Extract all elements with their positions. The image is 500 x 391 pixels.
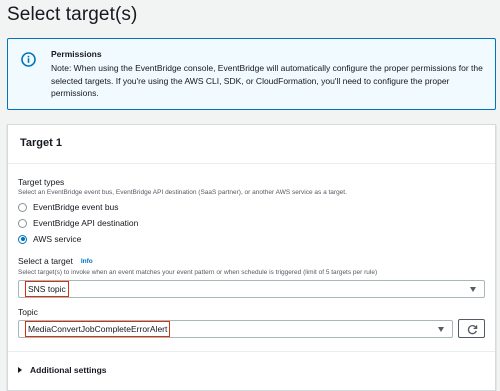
select-target-label-text: Select a target xyxy=(18,256,73,266)
topic-label: Topic xyxy=(18,307,38,317)
radio-label: EventBridge API destination xyxy=(33,218,139,228)
additional-settings-toggle[interactable]: Additional settings xyxy=(18,365,107,375)
target-title: Target 1 xyxy=(20,137,62,149)
target-select-value: SNS topic xyxy=(25,281,69,297)
radio-button-selected[interactable] xyxy=(18,234,27,244)
radio-eventbridge-event-bus[interactable]: EventBridge event bus xyxy=(18,201,119,213)
select-target-label: Select a target Info xyxy=(18,256,93,266)
radio-eventbridge-api-destination[interactable]: EventBridge API destination xyxy=(18,217,138,229)
caret-down-icon xyxy=(470,287,476,292)
info-circle-icon xyxy=(21,52,36,67)
additional-settings-label: Additional settings xyxy=(30,365,107,375)
target-types-description: Select an EventBridge event bus, EventBr… xyxy=(18,189,347,196)
target-panel: Target 1 Target types Select an EventBri… xyxy=(7,124,496,391)
refresh-icon xyxy=(467,325,478,335)
permissions-alert: Permissions Note: When using the EventBr… xyxy=(7,38,496,110)
topic-select-value: MediaConvertJobCompleteErrorAlert xyxy=(25,321,171,337)
select-target-description: Select target(s) to invoke when an event… xyxy=(18,269,378,276)
radio-button[interactable] xyxy=(18,218,27,228)
info-link[interactable]: Info xyxy=(81,258,93,265)
radio-label: EventBridge event bus xyxy=(33,202,119,212)
target-types-label: Target types xyxy=(18,177,65,187)
radio-button[interactable] xyxy=(18,202,27,212)
radio-label: AWS service xyxy=(33,234,82,244)
target-select[interactable]: SNS topic xyxy=(18,280,485,298)
page-title: Select target(s) xyxy=(7,4,138,25)
topic-select[interactable]: MediaConvertJobCompleteErrorAlert xyxy=(18,320,453,338)
caret-right-icon xyxy=(18,367,22,373)
permissions-text: Note: When using the EventBridge console… xyxy=(51,63,483,98)
caret-down-icon xyxy=(438,327,444,332)
permissions-title: Permissions xyxy=(51,49,102,59)
refresh-button[interactable] xyxy=(458,319,485,338)
target-panel-header: Target 1 xyxy=(8,125,495,164)
divider xyxy=(8,351,495,352)
radio-aws-service[interactable]: AWS service xyxy=(18,233,81,245)
